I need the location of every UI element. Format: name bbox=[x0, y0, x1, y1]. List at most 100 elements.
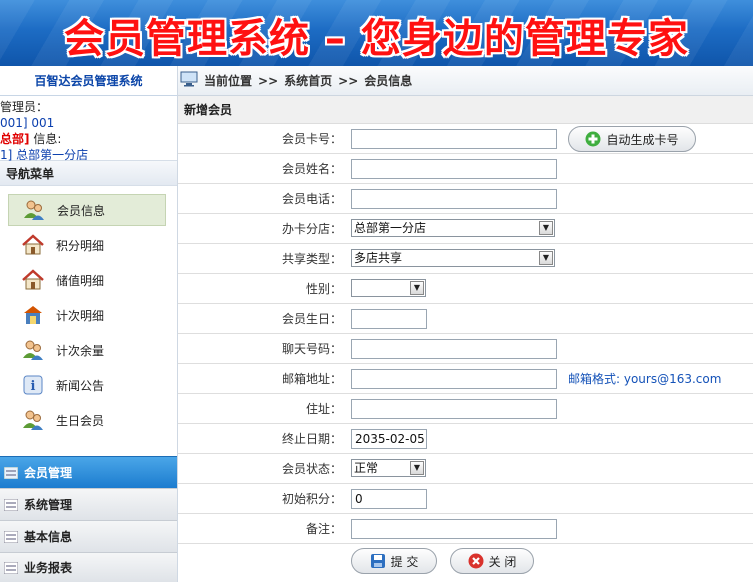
info-label: 信息: bbox=[29, 132, 62, 146]
gender-select[interactable]: ▼ bbox=[351, 279, 426, 297]
status-label: 会员状态： bbox=[281, 462, 342, 476]
menu-item-birthday[interactable]: 生日会员 bbox=[8, 404, 166, 436]
nav-menu: 会员信息 积分明细 储值明细 计次明细 计次余量 i 新闻公告 生日会员 bbox=[0, 186, 177, 448]
phone-input[interactable] bbox=[351, 189, 557, 209]
row-phone: 会员电话： bbox=[178, 184, 753, 214]
accordion-member-management[interactable]: 会员管理 bbox=[0, 456, 177, 488]
member-icon bbox=[20, 407, 46, 433]
chat-input[interactable] bbox=[351, 339, 557, 359]
share-type-label: 共享类型： bbox=[281, 252, 342, 266]
row-chat: 聊天号码： bbox=[178, 334, 753, 364]
store-tag: 总部] bbox=[0, 132, 30, 146]
system-name: 百智达会员管理系统 bbox=[0, 66, 177, 96]
row-branch: 办卡分店： 总部第一分店 ▼ bbox=[178, 214, 753, 244]
accordion-label: 业务报表 bbox=[24, 561, 73, 575]
menu-item-label: 新闻公告 bbox=[56, 378, 105, 393]
user-info: 管理员： 001] 001 总部] 信息: 1] 总部第一分店 bbox=[0, 96, 177, 162]
row-address: 住址： bbox=[178, 394, 753, 424]
menu-item-stored-value[interactable]: 储值明细 bbox=[8, 264, 166, 296]
name-input[interactable] bbox=[351, 159, 557, 179]
menu-item-count-balance[interactable]: 计次余量 bbox=[8, 334, 166, 366]
plus-icon bbox=[585, 131, 601, 147]
card-no-input[interactable] bbox=[351, 129, 557, 149]
row-end-date: 终止日期： bbox=[178, 424, 753, 454]
status-select[interactable]: 正常 ▼ bbox=[351, 459, 426, 477]
header-banner: 会员管理系统 – 您身边的管理专家 bbox=[0, 0, 753, 66]
email-label: 邮箱地址： bbox=[281, 372, 342, 386]
dropdown-arrow-icon: ▼ bbox=[539, 251, 553, 265]
row-status: 会员状态： 正常 ▼ bbox=[178, 454, 753, 484]
menu-item-member-info[interactable]: 会员信息 bbox=[8, 194, 166, 226]
breadcrumb-current-label: 当前位置 bbox=[204, 74, 253, 88]
generate-card-button[interactable]: 自动生成卡号 bbox=[568, 126, 696, 152]
breadcrumb-home[interactable]: 系统首页 bbox=[284, 72, 332, 89]
branch-select[interactable]: 总部第一分店 ▼ bbox=[351, 219, 555, 237]
accordion-business-reports[interactable]: 业务报表 bbox=[0, 552, 177, 582]
remark-input[interactable] bbox=[351, 519, 557, 539]
house-icon bbox=[20, 267, 46, 293]
menu-item-label: 计次余量 bbox=[56, 343, 105, 358]
house-icon bbox=[20, 232, 46, 258]
points-input[interactable] bbox=[351, 489, 427, 509]
branch-label: 办卡分店： bbox=[281, 222, 342, 236]
breadcrumb-separator: >> bbox=[258, 73, 279, 88]
accordion-basic-info[interactable]: 基本信息 bbox=[0, 520, 177, 552]
list-icon bbox=[4, 498, 18, 511]
name-label: 会员姓名： bbox=[281, 162, 342, 176]
card-no-label: 会员卡号： bbox=[281, 132, 342, 146]
dropdown-arrow-icon: ▼ bbox=[539, 221, 553, 235]
member-icon bbox=[21, 197, 47, 223]
accordion-label: 系统管理 bbox=[24, 498, 73, 512]
menu-item-count-detail[interactable]: 计次明细 bbox=[8, 299, 166, 331]
phone-label: 会员电话： bbox=[281, 192, 342, 206]
list-icon bbox=[4, 561, 18, 574]
row-birthday: 会员生日： bbox=[178, 304, 753, 334]
end-date-input[interactable] bbox=[351, 429, 427, 449]
row-email: 邮箱地址： 邮箱格式: yours@163.com bbox=[178, 364, 753, 394]
shop-icon bbox=[20, 302, 46, 328]
dropdown-arrow-icon: ▼ bbox=[410, 461, 424, 475]
email-hint: 邮箱格式: yours@163.com bbox=[568, 372, 722, 386]
save-icon bbox=[370, 553, 386, 569]
list-icon bbox=[4, 466, 18, 479]
close-label: 关 闭 bbox=[488, 554, 517, 569]
menu-item-label: 储值明细 bbox=[56, 273, 105, 288]
row-gender: 性别： ▼ bbox=[178, 274, 753, 304]
member-form: 新增会员 会员卡号： 自动生成卡号 会员姓名： 会员电话： 办卡分店： 总部第一… bbox=[178, 96, 753, 582]
generate-card-label: 自动生成卡号 bbox=[606, 132, 679, 147]
admin-value: 001] 001 bbox=[0, 116, 55, 130]
accordion-label: 基本信息 bbox=[24, 530, 73, 544]
admin-label: 管理员： bbox=[0, 100, 49, 114]
computer-icon bbox=[180, 71, 198, 90]
menu-item-label: 生日会员 bbox=[56, 413, 105, 428]
birthday-input[interactable] bbox=[351, 309, 427, 329]
member-icon bbox=[20, 337, 46, 363]
banner-title: 会员管理系统 – 您身边的管理专家 bbox=[64, 16, 689, 62]
nav-menu-title: 导航菜单 bbox=[0, 160, 177, 186]
menu-item-label: 积分明细 bbox=[56, 238, 105, 253]
branch-select-value: 总部第一分店 bbox=[354, 221, 427, 235]
menu-item-label: 计次明细 bbox=[56, 308, 105, 323]
share-type-select-value: 多店共享 bbox=[354, 251, 403, 265]
accordion-system-management[interactable]: 系统管理 bbox=[0, 488, 177, 520]
breadcrumb-separator: >> bbox=[338, 73, 359, 88]
menu-item-news[interactable]: i 新闻公告 bbox=[8, 369, 166, 401]
birthday-label: 会员生日： bbox=[281, 312, 342, 326]
menu-item-points[interactable]: 积分明细 bbox=[8, 229, 166, 261]
list-icon bbox=[4, 530, 18, 543]
submit-button[interactable]: 提 交 bbox=[351, 548, 437, 574]
submit-label: 提 交 bbox=[390, 554, 419, 569]
row-points: 初始积分： bbox=[178, 484, 753, 514]
close-button[interactable]: 关 闭 bbox=[450, 548, 534, 574]
end-date-label: 终止日期： bbox=[281, 432, 342, 446]
share-type-select[interactable]: 多店共享 ▼ bbox=[351, 249, 555, 267]
info-icon: i bbox=[20, 372, 46, 398]
address-label: 住址： bbox=[305, 402, 342, 416]
row-name: 会员姓名： bbox=[178, 154, 753, 184]
svg-text:i: i bbox=[31, 379, 36, 394]
points-label: 初始积分： bbox=[281, 492, 342, 506]
breadcrumb: 当前位置 >> 系统首页 >> 会员信息 bbox=[178, 66, 753, 96]
row-card-no: 会员卡号： 自动生成卡号 bbox=[178, 124, 753, 154]
address-input[interactable] bbox=[351, 399, 557, 419]
email-input[interactable] bbox=[351, 369, 557, 389]
